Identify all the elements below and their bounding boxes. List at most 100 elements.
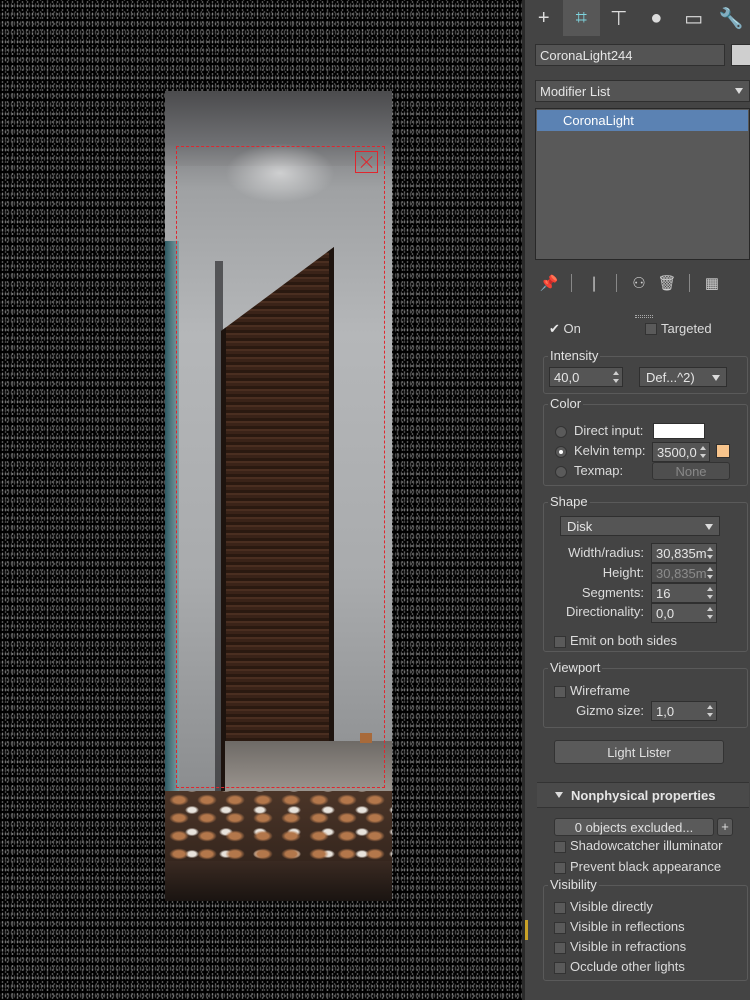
excluded-objects-button[interactable]: 0 objects excluded... bbox=[554, 818, 714, 836]
object-name-field[interactable]: CoronaLight244 bbox=[535, 44, 725, 66]
spinner-arrows-icon bbox=[707, 567, 713, 579]
toolbar-divider bbox=[689, 274, 690, 292]
kelvin-temp-label: Kelvin temp: bbox=[574, 443, 646, 458]
color-title: Color bbox=[548, 396, 584, 411]
create-tab-icon[interactable]: + bbox=[525, 0, 563, 36]
shape-type-dropdown[interactable]: Disk bbox=[560, 516, 720, 536]
modifier-list-dropdown[interactable]: Modifier List bbox=[535, 80, 750, 102]
motion-tab-icon[interactable]: ● bbox=[638, 0, 676, 36]
direct-input-radio[interactable] bbox=[555, 426, 567, 438]
kelvin-temp-spinner[interactable]: 3500,0 bbox=[652, 442, 710, 462]
direct-color-swatch[interactable] bbox=[653, 423, 705, 439]
visible-reflections-checkbox[interactable] bbox=[554, 922, 566, 934]
kelvin-color-swatch bbox=[716, 444, 730, 458]
intensity-value: 40,0 bbox=[554, 370, 580, 385]
shadowcatcher-label: Shadowcatcher illuminator bbox=[570, 838, 723, 853]
on-label: On bbox=[563, 321, 581, 336]
modifier-stack[interactable]: CoronaLight bbox=[535, 108, 750, 260]
pin-stack-icon[interactable]: 📌 bbox=[535, 271, 563, 295]
hierarchy-tab-icon[interactable]: ⊤ bbox=[600, 0, 638, 36]
viewport[interactable] bbox=[0, 0, 522, 1000]
gizmo-size-spinner[interactable]: 1,0 bbox=[651, 701, 717, 721]
gizmo-size-value: 1,0 bbox=[656, 704, 675, 719]
wireframe-checkbox[interactable] bbox=[554, 686, 566, 698]
targeted-label: Targeted bbox=[661, 321, 712, 336]
visibility-title: Visibility bbox=[548, 877, 599, 892]
color-group: Color Direct input: Kelvin temp: 3500,0 … bbox=[543, 396, 748, 486]
toolbar-divider bbox=[571, 274, 572, 292]
intensity-value-spinner[interactable]: 40,0 bbox=[549, 367, 623, 387]
visible-refractions-label: Visible in refractions bbox=[570, 939, 687, 954]
shadowcatcher-checkbox[interactable] bbox=[554, 841, 566, 853]
visible-directly-label: Visible directly bbox=[570, 899, 653, 914]
segments-value: 16 bbox=[656, 586, 671, 601]
directionality-label: Directionality: bbox=[565, 604, 644, 619]
parameters-rollout: ✔ On Targeted Intensity 40,0 Def...^2) C… bbox=[537, 321, 749, 1000]
chevron-down-icon bbox=[712, 375, 720, 381]
height-spinner: 30,835m bbox=[651, 563, 717, 583]
light-lister-button[interactable]: Light Lister bbox=[554, 740, 724, 764]
segments-label: Segments: bbox=[581, 585, 644, 600]
visibility-group: Visibility Visible directly Visible in r… bbox=[543, 877, 748, 981]
emit-both-sides-checkbox[interactable] bbox=[554, 636, 566, 648]
shape-group: Shape Disk Width/radius: 30,835m Height:… bbox=[543, 494, 748, 652]
modify-tab-icon[interactable]: ⌗ bbox=[562, 0, 600, 36]
spinner-arrows-icon[interactable] bbox=[700, 446, 706, 458]
viewport-title: Viewport bbox=[548, 660, 603, 675]
utilities-tab-icon[interactable]: 🔧 bbox=[713, 0, 750, 36]
targeted-checkbox[interactable] bbox=[645, 323, 657, 335]
stack-toolbar: 📌 ❘ ⚇ 🗑 ▦ bbox=[535, 270, 745, 296]
texmap-none-button[interactable]: None bbox=[652, 462, 730, 480]
nonphysical-title: Nonphysical properties bbox=[571, 788, 716, 803]
wireframe-label: Wireframe bbox=[570, 683, 630, 698]
kelvin-temp-radio[interactable] bbox=[555, 446, 567, 458]
nonphysical-rollout-header[interactable]: Nonphysical properties bbox=[537, 782, 749, 808]
check-icon: ✔ bbox=[549, 321, 564, 336]
shape-title: Shape bbox=[548, 494, 590, 509]
width-radius-value: 30,835m bbox=[656, 546, 707, 561]
modifier-list-label: Modifier List bbox=[540, 84, 611, 99]
emit-both-sides-label: Emit on both sides bbox=[570, 633, 677, 648]
kelvin-temp-value: 3500,0 bbox=[657, 445, 697, 460]
spinner-arrows-icon[interactable] bbox=[707, 547, 713, 559]
command-panel: + ⌗ ⊤ ● ▭ 🔧 CoronaLight244 Modifier List… bbox=[522, 0, 750, 1000]
toolbar-divider bbox=[616, 274, 617, 292]
visible-refractions-checkbox[interactable] bbox=[554, 942, 566, 954]
spinner-arrows-icon[interactable] bbox=[707, 705, 713, 717]
remove-modifier-icon[interactable]: 🗑 bbox=[653, 271, 681, 295]
texmap-label: Texmap: bbox=[574, 463, 624, 478]
visible-directly-checkbox[interactable] bbox=[554, 902, 566, 914]
spinner-arrows-icon[interactable] bbox=[613, 371, 619, 383]
object-color-swatch[interactable] bbox=[731, 44, 750, 66]
display-tab-icon[interactable]: ▭ bbox=[675, 0, 713, 36]
make-unique-icon[interactable]: ⚇ bbox=[625, 271, 653, 295]
add-exclusion-button[interactable]: + bbox=[717, 818, 733, 836]
on-checkbox[interactable]: ✔ On bbox=[549, 321, 581, 337]
show-end-result-icon[interactable]: ❘ bbox=[580, 271, 608, 295]
render-foreground bbox=[165, 861, 392, 901]
region-render-frame[interactable] bbox=[176, 146, 385, 788]
intensity-unit-dropdown[interactable]: Def...^2) bbox=[639, 367, 727, 387]
stack-item-coronalight[interactable]: CoronaLight bbox=[537, 110, 748, 131]
visible-reflections-label: Visible in reflections bbox=[570, 919, 685, 934]
spinner-arrows-icon[interactable] bbox=[707, 587, 713, 599]
occlude-lights-checkbox[interactable] bbox=[554, 962, 566, 974]
width-radius-spinner[interactable]: 30,835m bbox=[651, 543, 717, 563]
intensity-unit: Def...^2) bbox=[646, 370, 695, 385]
texmap-radio[interactable] bbox=[555, 466, 567, 478]
intensity-title: Intensity bbox=[548, 348, 601, 363]
width-radius-label: Width/radius: bbox=[568, 545, 644, 560]
segments-spinner[interactable]: 16 bbox=[651, 583, 717, 603]
region-frame-close-icon[interactable] bbox=[355, 151, 378, 173]
rollout-grip[interactable] bbox=[635, 315, 653, 318]
occlude-lights-label: Occlude other lights bbox=[570, 959, 685, 974]
viewport-group: Viewport Wireframe Gizmo size: 1,0 bbox=[543, 660, 748, 728]
directionality-spinner[interactable]: 0,0 bbox=[651, 603, 717, 623]
prevent-black-checkbox[interactable] bbox=[554, 862, 566, 874]
spinner-arrows-icon[interactable] bbox=[707, 607, 713, 619]
panel-edge-marker bbox=[525, 920, 528, 940]
prevent-black-label: Prevent black appearance bbox=[570, 859, 722, 874]
configure-sets-icon[interactable]: ▦ bbox=[698, 271, 726, 295]
command-tabs: + ⌗ ⊤ ● ▭ 🔧 bbox=[525, 0, 750, 36]
chevron-down-icon bbox=[735, 88, 743, 94]
